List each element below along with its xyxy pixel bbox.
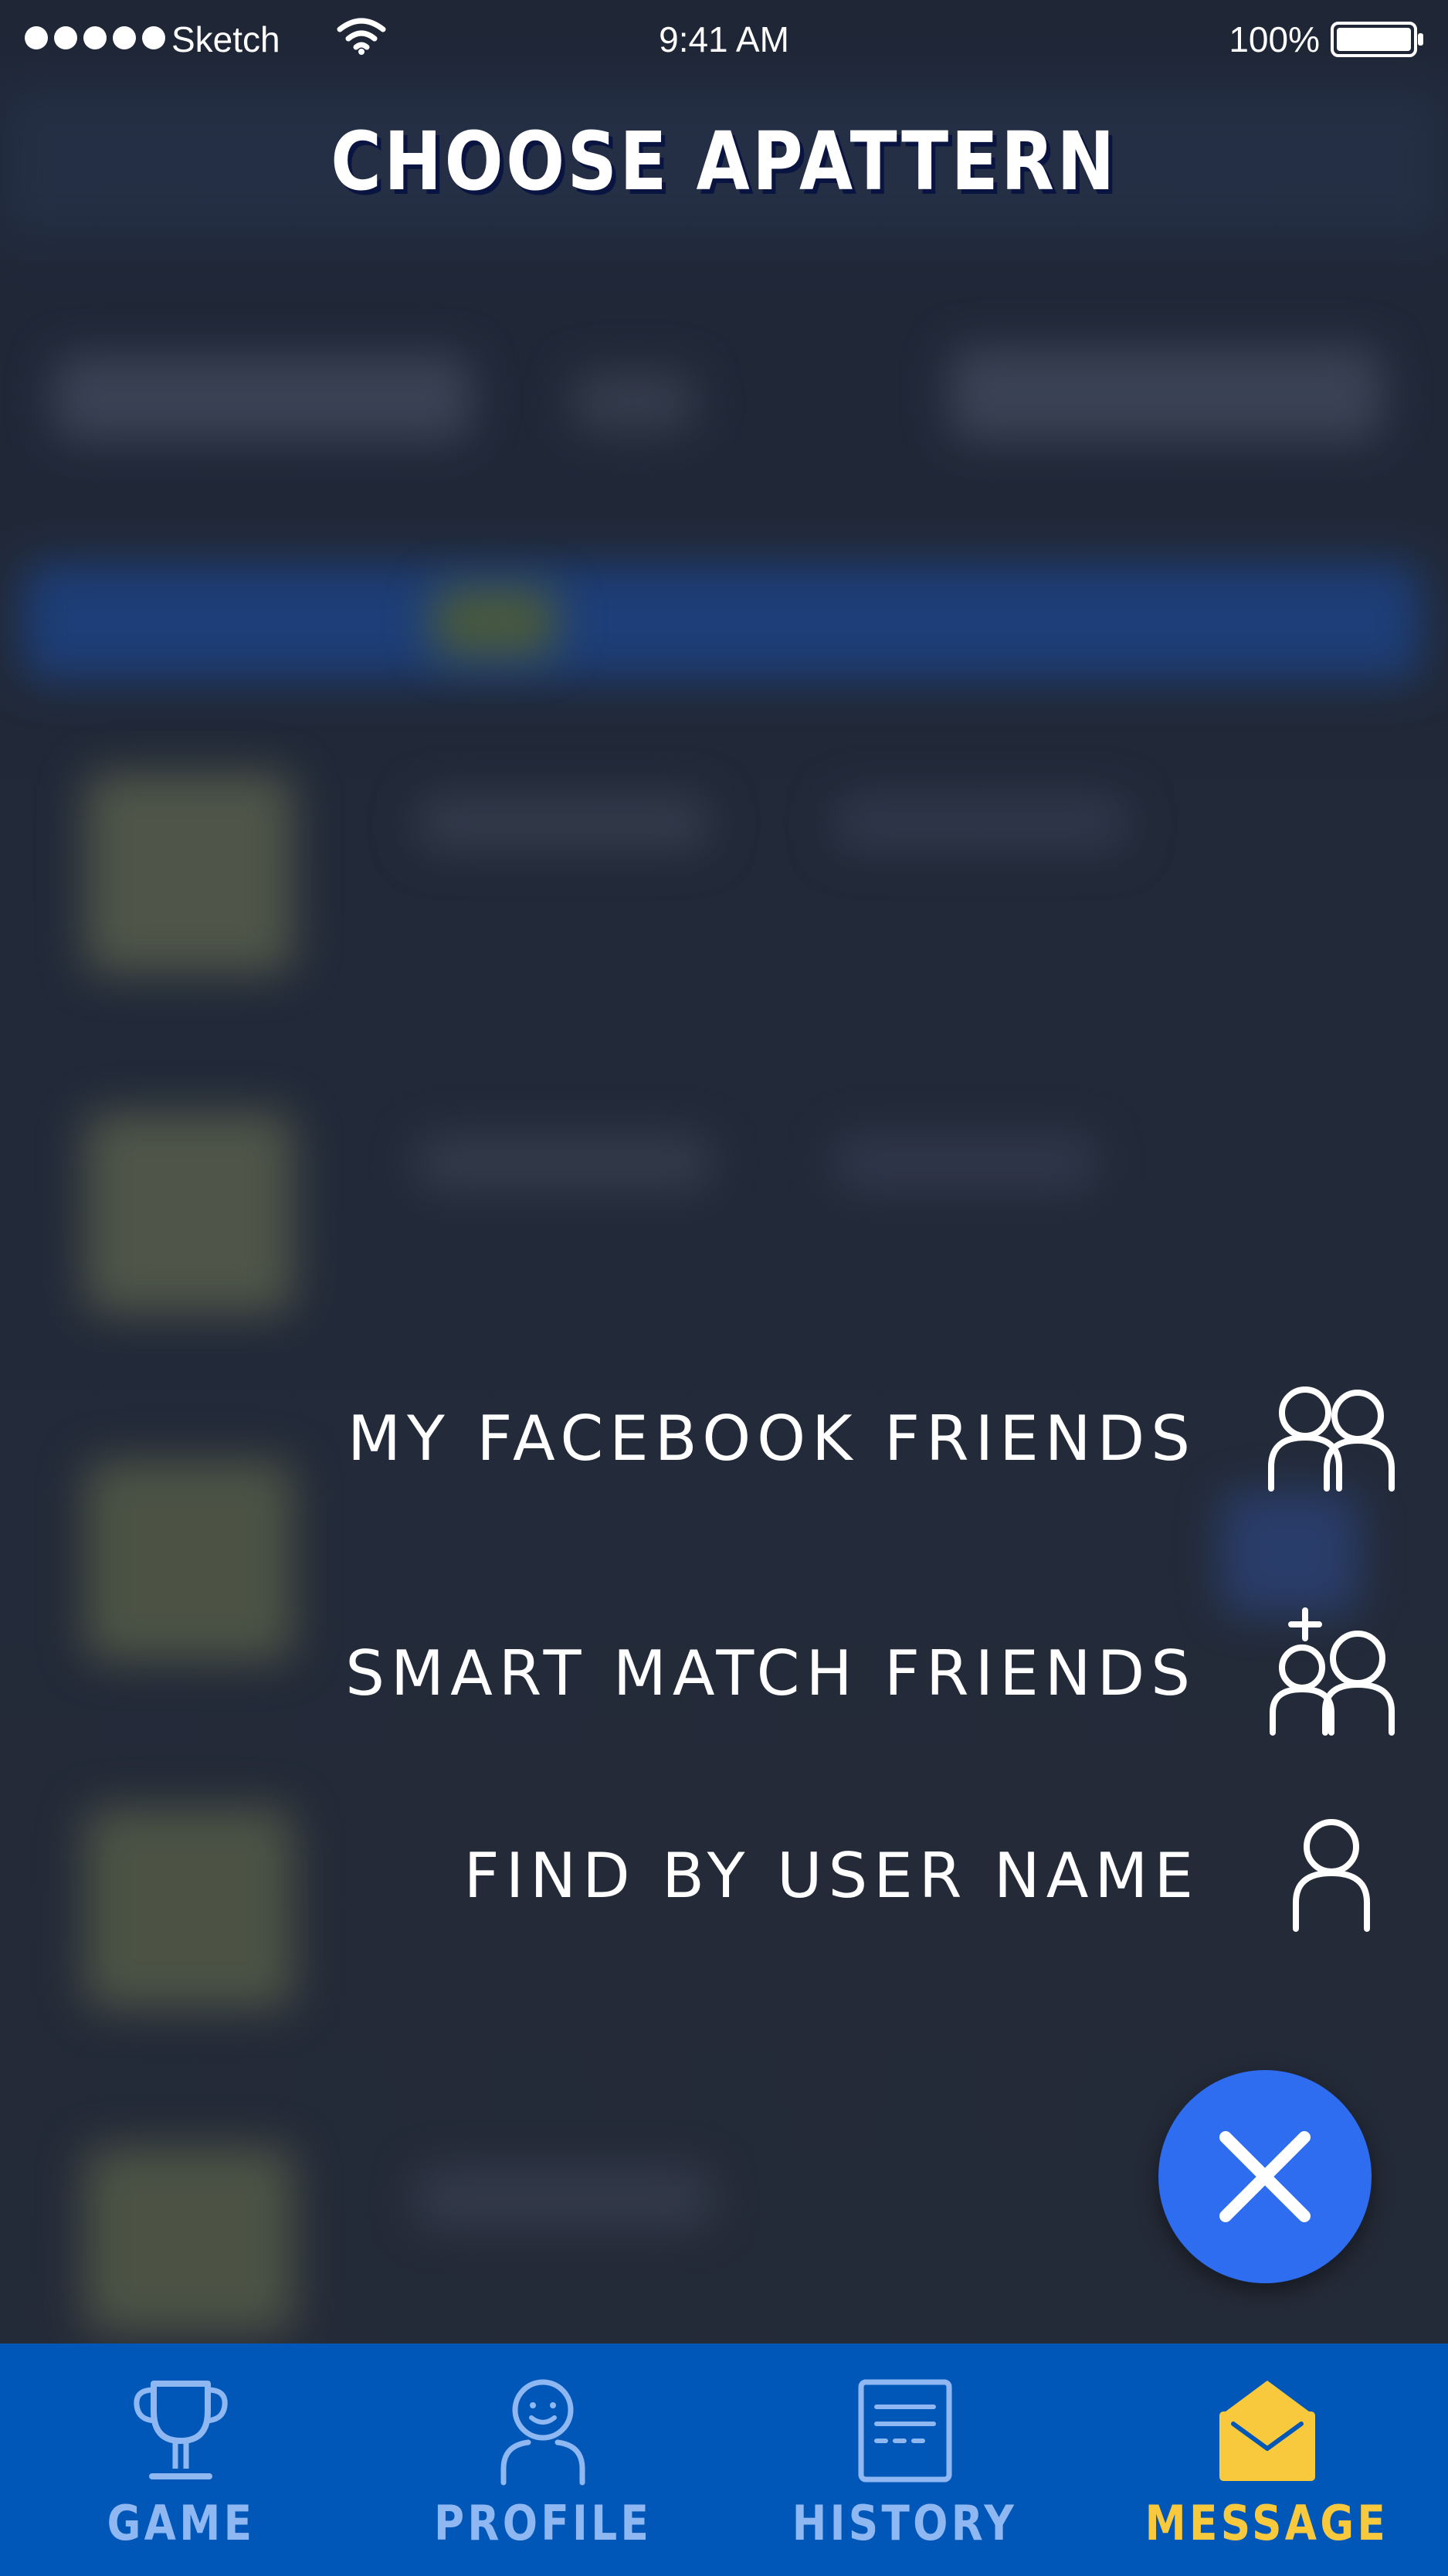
close-icon <box>1219 2131 1311 2222</box>
tab-game[interactable]: GAME <box>0 2344 362 2576</box>
battery-percentage: 100% <box>1229 19 1320 59</box>
document-icon <box>858 2379 952 2483</box>
page-title: CHOOSE APATTERN <box>331 114 1117 209</box>
blurred-text-2 <box>417 1135 710 1190</box>
blurred-filter-left <box>54 355 471 440</box>
tab-history-label: HISTORY <box>792 2495 1018 2551</box>
tab-history[interactable]: HISTORY <box>724 2344 1087 2576</box>
blurred-glow <box>1220 1491 1359 1614</box>
tab-message-label: MESSAGE <box>1144 2495 1389 2551</box>
trophy-icon <box>134 2381 228 2479</box>
my-facebook-friends-label: MY FACEBOOK FRIENDS <box>348 1402 1196 1475</box>
smart-match-friends-label: SMART MATCH FRIENDS <box>345 1637 1196 1709</box>
blurred-avatar-2 <box>85 1112 293 1313</box>
find-by-user-name-option[interactable]: FIND BY USER NAME <box>0 1814 1448 1937</box>
profile-icon <box>500 2379 585 2486</box>
blurred-text-1 <box>417 796 710 850</box>
blurred-tab-highlight <box>432 587 556 657</box>
smart-match-friends-option[interactable]: SMART MATCH FRIENDS <box>0 1607 1448 1736</box>
status-bar: Sketch 9:41 AM 100% <box>0 0 1448 77</box>
envelope-icon <box>1219 2381 1315 2481</box>
blurred-avatar-5 <box>85 2147 293 2333</box>
blurred-text-5 <box>417 2170 710 2225</box>
blurred-text-2b <box>834 1135 1097 1190</box>
blurred-tab-strip <box>23 564 1421 680</box>
blurred-filter-right <box>950 348 1382 440</box>
close-button[interactable] <box>1158 2070 1372 2283</box>
my-facebook-friends-option[interactable]: MY FACEBOOK FRIENDS <box>0 1376 1448 1500</box>
add-friends-icon[interactable] <box>1258 1607 1405 1736</box>
two-people-icon[interactable] <box>1258 1376 1405 1500</box>
battery-icon <box>1331 22 1423 57</box>
person-icon[interactable] <box>1258 1814 1405 1937</box>
blurred-text-1b <box>834 796 1128 850</box>
blurred-filter-mid <box>571 371 695 433</box>
tab-profile-label: PROFILE <box>434 2495 653 2551</box>
tab-game-label: GAME <box>107 2495 256 2551</box>
tab-message[interactable]: MESSAGE <box>1086 2344 1448 2576</box>
blurred-avatar-1 <box>85 772 293 973</box>
tab-bar: GAME PROFILE HISTORY MESSAGE <box>0 2344 1448 2576</box>
find-by-user-name-label: FIND BY USER NAME <box>463 1839 1199 1912</box>
tab-profile[interactable]: PROFILE <box>362 2344 724 2576</box>
